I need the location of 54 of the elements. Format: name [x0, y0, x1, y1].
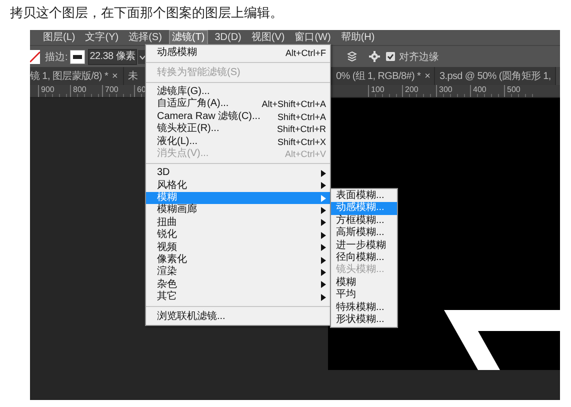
- menu-item[interactable]: 3D(D): [212, 30, 244, 45]
- menu-item[interactable]: 文字(Y): [82, 30, 122, 45]
- menu-item[interactable]: 进一步模糊: [331, 240, 397, 252]
- menu-item[interactable]: 液化(L)... Shift+Ctrl+X: [146, 135, 330, 148]
- submenu-item[interactable]: 扭曲: [146, 216, 330, 230]
- menu-item[interactable]: 滤镜库(G)...: [146, 86, 330, 98]
- tab-title: 0% (组 1, RGB/8#) *: [336, 70, 421, 83]
- menu-item[interactable]: 方框模糊...: [331, 214, 397, 228]
- menu-item[interactable]: 窗口(W): [292, 30, 334, 45]
- menu-item[interactable]: 选择(S): [126, 30, 165, 45]
- menu-item[interactable]: 帮助(H): [338, 30, 378, 45]
- fill-swatch-icon[interactable]: [30, 50, 40, 64]
- close-tab-button[interactable]: ×: [112, 70, 118, 82]
- ruler-number: 700: [102, 85, 134, 97]
- submenu-item[interactable]: 其它: [146, 291, 330, 304]
- menu-item[interactable]: 图层(L): [40, 30, 78, 45]
- document-tab[interactable]: 3.psd @ 50% (圆角矩形 1,: [435, 67, 556, 85]
- menu-item[interactable]: 滤镜(T): [168, 30, 208, 45]
- tab-title: 镜 1, 图层蒙版/8) *: [30, 70, 108, 83]
- menu-item[interactable]: 动感模糊 Alt+Ctrl+F: [146, 47, 330, 60]
- ruler-number: 900: [38, 85, 70, 97]
- menu-item[interactable]: 高斯模糊...: [331, 227, 397, 240]
- submenu-item[interactable]: 风格化: [146, 180, 330, 192]
- menu-item[interactable]: 特殊模糊...: [331, 302, 397, 314]
- menu-item[interactable]: 模糊: [331, 276, 397, 290]
- submenu-item[interactable]: 像素化: [146, 254, 330, 266]
- tab-title: 3.psd @ 50% (圆角矩形 1,: [439, 70, 551, 83]
- menu-item[interactable]: Camera Raw 滤镜(C)... Shift+Ctrl+A: [146, 110, 330, 123]
- menu-item[interactable]: 自适应广角(A)... Alt+Shift+Ctrl+A: [146, 98, 330, 111]
- submenu-item[interactable]: 3D: [146, 167, 330, 180]
- align-edges-label: 对齐边缘: [399, 50, 440, 64]
- document-tab[interactable]: 0% (组 1, RGB/8#) * ×: [332, 67, 436, 85]
- menu-item[interactable]: 径向模糊...: [331, 252, 397, 264]
- menu-item[interactable]: 浏览联机滤镜...: [146, 310, 330, 323]
- document-tab[interactable]: 镜 1, 图层蒙版/8) * ×: [30, 67, 124, 85]
- layers-icon[interactable]: [347, 51, 358, 62]
- tab-title: 未: [128, 70, 138, 83]
- submenu-item[interactable]: 模糊画廊: [146, 204, 330, 217]
- submenu-item[interactable]: 渲染: [146, 266, 330, 279]
- menu-item[interactable]: 平均: [331, 289, 397, 302]
- menu-item[interactable]: 表面模糊...: [331, 190, 397, 202]
- ruler-number: 800: [70, 85, 102, 97]
- stroke-label: 描边:: [45, 50, 68, 64]
- menu-item[interactable]: 视图(V): [248, 30, 288, 45]
- menu-item[interactable]: 镜头校正(R)... Shift+Ctrl+R: [146, 122, 330, 136]
- caption-text: 拷贝这个图层，在下面那个图案的图层上编辑。: [10, 5, 283, 20]
- menu-item[interactable]: 形状模糊...: [331, 314, 397, 326]
- close-tab-button[interactable]: ×: [424, 70, 430, 82]
- submenu-item[interactable]: 视频: [146, 241, 330, 254]
- submenu-item[interactable]: 杂色: [146, 278, 330, 292]
- submenu-item[interactable]: 锐化: [146, 229, 330, 242]
- stroke-width-field[interactable]: 22.38 像素: [88, 48, 138, 64]
- stroke-swatch-icon[interactable]: [70, 50, 85, 64]
- align-edges-checkbox[interactable]: [386, 52, 396, 61]
